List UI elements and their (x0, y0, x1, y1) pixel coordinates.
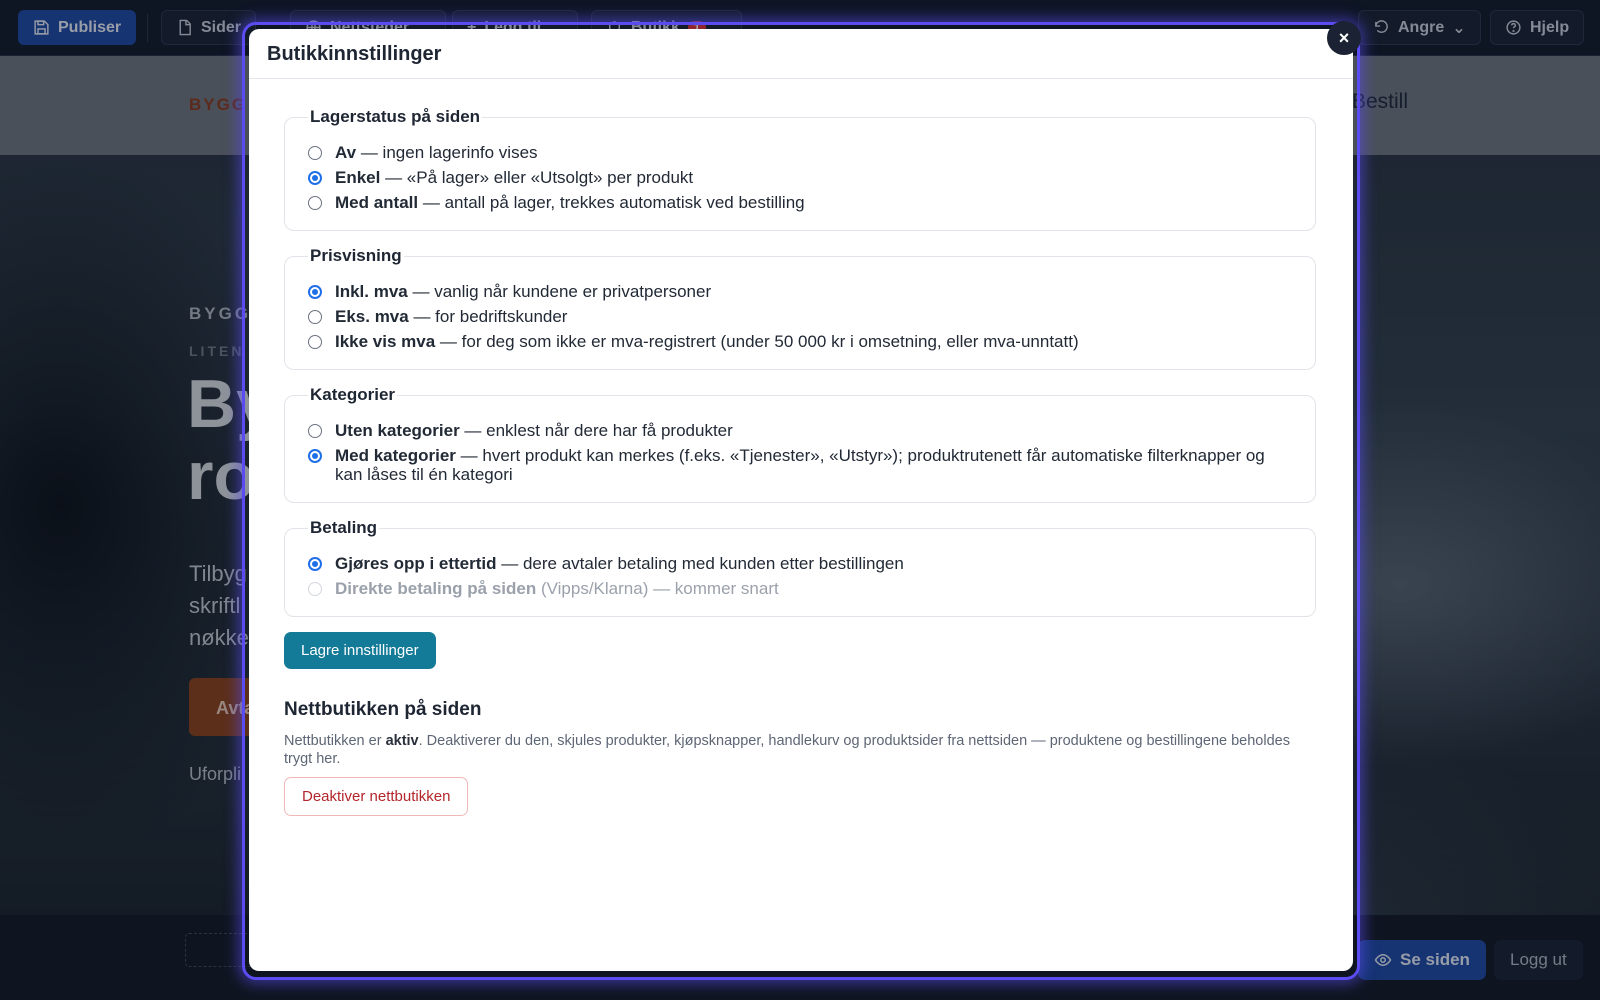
option-title: Av (335, 143, 357, 162)
option-description: (Vipps/Klarna) — kommer snart (536, 579, 779, 598)
option-title: Ikke vis mva (335, 332, 436, 351)
categories-legend: Kategorier (310, 385, 396, 404)
status-text-post: . Deaktiverer du den, skjules produkter,… (284, 733, 1290, 767)
shop-settings-dialog: Butikkinnstillinger Lagerstatus på siden… (249, 29, 1353, 971)
dialog-title: Butikkinnstillinger (267, 43, 442, 65)
radio-button-selected[interactable] (308, 449, 322, 463)
option-description: — hvert produkt kan merkes (f.eks. «Tjen… (335, 446, 1265, 484)
radio-button-disabled (308, 582, 322, 596)
option-description: — for bedriftskunder (408, 307, 568, 326)
close-icon: × (1338, 27, 1350, 48)
option-title: Eks. mva (335, 307, 409, 326)
option-description: — vanlig når kundene er privatpersoner (407, 282, 712, 301)
stock-option-simple[interactable]: Enkel — «På lager» eller «Utsolgt» per p… (307, 168, 1293, 187)
payment-option-direct: Direkte betaling på siden (Vipps/Klarna)… (307, 579, 1293, 598)
option-title: Enkel (335, 168, 381, 187)
price-option-incl-vat[interactable]: Inkl. mva — vanlig når kundene er privat… (307, 282, 1293, 301)
radio-button[interactable] (308, 146, 322, 160)
save-settings-button[interactable]: Lagre innstillinger (284, 632, 436, 669)
radio-button[interactable] (308, 310, 322, 324)
option-description: — antall på lager, trekkes automatisk ve… (418, 193, 805, 212)
stock-status-legend: Lagerstatus på siden (310, 107, 481, 126)
radio-button[interactable] (308, 196, 322, 210)
webshop-status-text: Nettbutikken er aktiv. Deaktiverer du de… (284, 732, 1294, 768)
status-active-label: aktiv (385, 733, 419, 749)
categories-group: Kategorier Uten kategorier — enklest når… (284, 385, 1316, 503)
price-display-legend: Prisvisning (310, 246, 402, 265)
close-dialog-button[interactable]: × (1327, 21, 1361, 55)
category-option-none[interactable]: Uten kategorier — enklest når dere har f… (307, 421, 1293, 440)
option-title: Gjøres opp i ettertid (335, 554, 497, 573)
radio-button[interactable] (308, 424, 322, 438)
option-description: — for deg som ikke er mva-registrert (un… (435, 332, 1079, 351)
option-description: — «På lager» eller «Utsolgt» per produkt (380, 168, 694, 187)
dialog-header: Butikkinnstillinger (249, 29, 1353, 79)
stock-option-off[interactable]: Av — ingen lagerinfo vises (307, 143, 1293, 162)
deactivate-webshop-button[interactable]: Deaktiver nettbutikken (284, 777, 469, 816)
option-title: Med antall (335, 193, 419, 212)
radio-button-selected[interactable] (308, 557, 322, 571)
stock-status-group: Lagerstatus på siden Av — ingen lagerinf… (284, 107, 1316, 231)
radio-button[interactable] (308, 335, 322, 349)
price-display-group: Prisvisning Inkl. mva — vanlig når kunde… (284, 246, 1316, 370)
price-option-no-vat[interactable]: Ikke vis mva — for deg som ikke er mva-r… (307, 332, 1293, 351)
price-option-excl-vat[interactable]: Eks. mva — for bedriftskunder (307, 307, 1293, 326)
option-description: — dere avtaler betaling med kunden etter… (496, 554, 904, 573)
stock-option-quantity[interactable]: Med antall — antall på lager, trekkes au… (307, 193, 1293, 212)
payment-group: Betaling Gjøres opp i ettertid — dere av… (284, 518, 1316, 617)
option-title: Direkte betaling på siden (335, 579, 537, 598)
radio-button-selected[interactable] (308, 285, 322, 299)
option-title: Inkl. mva (335, 282, 408, 301)
option-title: Med kategorier (335, 446, 456, 465)
dialog-body: Lagerstatus på siden Av — ingen lagerinf… (284, 107, 1316, 816)
webshop-heading: Nettbutikken på siden (284, 699, 482, 720)
option-title: Uten kategorier (335, 421, 460, 440)
option-description: — enklest når dere har få produkter (459, 421, 733, 440)
payment-legend: Betaling (310, 518, 378, 537)
status-text-pre: Nettbutikken er (284, 733, 386, 749)
radio-button-selected[interactable] (308, 171, 322, 185)
payment-option-later[interactable]: Gjøres opp i ettertid — dere avtaler bet… (307, 554, 1293, 573)
category-option-with[interactable]: Med kategorier — hvert produkt kan merke… (307, 446, 1293, 484)
option-description: — ingen lagerinfo vises (356, 143, 538, 162)
